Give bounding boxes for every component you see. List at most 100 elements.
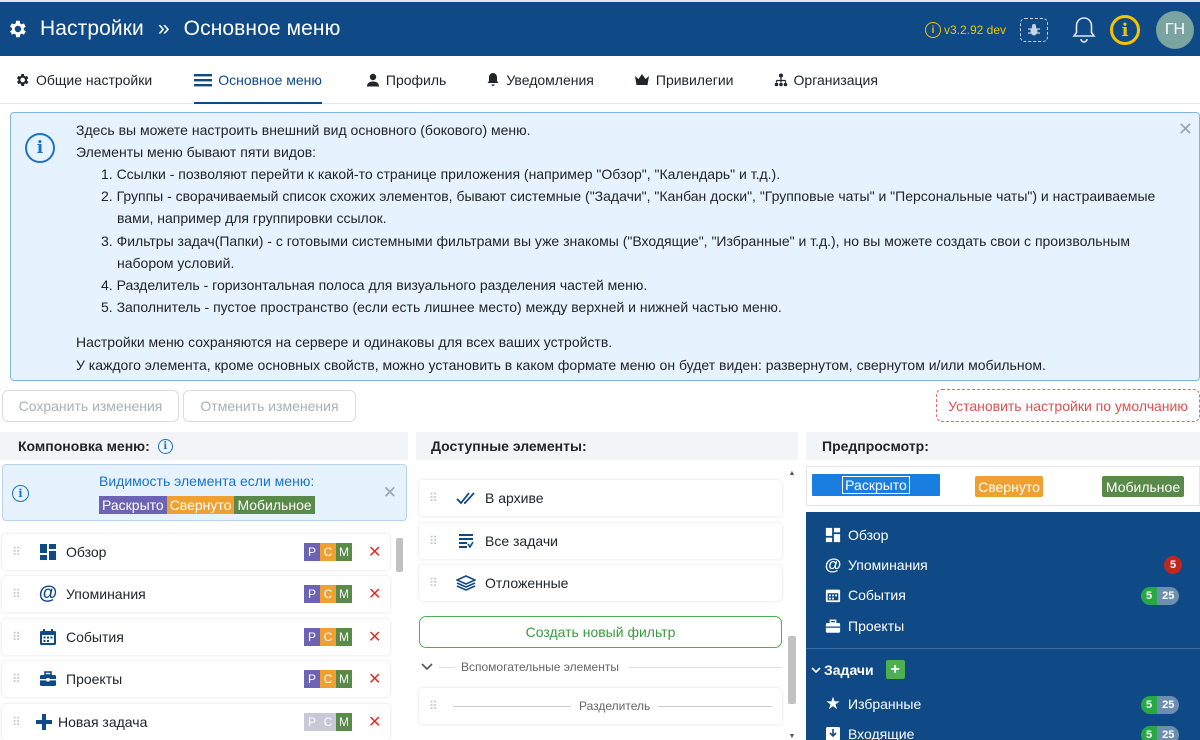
favorites-count-badge: 5 25 bbox=[1141, 696, 1180, 714]
info-icon[interactable]: i bbox=[157, 438, 173, 454]
close-icon[interactable]: ✕ bbox=[383, 483, 397, 503]
tab-organization[interactable]: Организация bbox=[774, 56, 878, 104]
version-label[interactable]: i v3.2.92 dev bbox=[924, 22, 1006, 38]
settings-tabs: Общие настройки Основное меню Профиль Ув… bbox=[0, 56, 1200, 104]
toggle-mobile[interactable]: М bbox=[336, 713, 352, 731]
notifications-bell-icon[interactable] bbox=[1070, 15, 1098, 45]
visibility-toggles[interactable]: РСМ bbox=[304, 543, 352, 561]
toggle-expanded[interactable]: Р bbox=[304, 713, 320, 731]
toggle-expanded[interactable]: Р bbox=[304, 585, 320, 603]
preview-tab-mobile[interactable]: Мобильное bbox=[1102, 476, 1184, 497]
drag-handle-icon[interactable]: ⠿ bbox=[12, 545, 26, 559]
preview-item[interactable]: ★ Избранные bbox=[824, 694, 921, 713]
info-list-item: 1. Ссылки - позволяют перейти к какой-то… bbox=[101, 166, 781, 182]
list-item[interactable]: ⠿ @ Упоминания РСМ ✕ bbox=[2, 576, 390, 612]
delete-icon[interactable]: ✕ bbox=[368, 669, 381, 689]
toggle-collapsed[interactable]: С bbox=[320, 670, 336, 688]
preview-group-tasks[interactable]: Задачи + bbox=[811, 660, 905, 679]
save-changes-button[interactable]: Сохранить изменения bbox=[2, 390, 179, 422]
available-item[interactable]: ⠿ В архиве bbox=[419, 480, 782, 516]
expanded-badge: Раскрыто bbox=[99, 496, 167, 514]
toggle-collapsed[interactable]: С bbox=[320, 585, 336, 603]
mobile-badge: Мобильное bbox=[234, 496, 315, 514]
aux-section-header[interactable]: Вспомогательные элементы bbox=[419, 657, 782, 677]
toggle-collapsed[interactable]: С bbox=[320, 628, 336, 646]
at-icon: @ bbox=[38, 583, 58, 604]
info-text: У каждого элемента, кроме основных свойс… bbox=[76, 357, 1046, 373]
preview-item[interactable]: Обзор bbox=[824, 526, 888, 544]
help-info-icon[interactable]: i bbox=[1110, 15, 1140, 45]
available-item[interactable]: ⠿ Отложенные bbox=[419, 565, 782, 601]
toggle-mobile[interactable]: М bbox=[336, 585, 352, 603]
preview-item[interactable]: @ Упоминания bbox=[824, 555, 928, 574]
tab-privileges[interactable]: Привилегии bbox=[634, 56, 734, 104]
gear-icon bbox=[16, 73, 29, 86]
reset-defaults-button[interactable]: Установить настройки по умолчанию bbox=[936, 389, 1200, 422]
list-item[interactable]: ⠿ Новая задача РСМ ✕ bbox=[2, 704, 390, 740]
available-scrollbar[interactable]: ▲ ▼ bbox=[788, 470, 796, 740]
drag-handle-icon[interactable]: ⠿ bbox=[12, 630, 26, 644]
bug-icon bbox=[1028, 24, 1040, 36]
org-icon bbox=[774, 73, 787, 86]
tab-notifications[interactable]: Уведомления bbox=[486, 56, 594, 104]
toggle-mobile[interactable]: М bbox=[336, 543, 352, 561]
separator-item[interactable]: ⠿ Разделитель bbox=[419, 688, 782, 724]
available-item[interactable]: ⠿ Все задачи bbox=[419, 523, 782, 559]
user-avatar[interactable]: ГН bbox=[1156, 11, 1194, 49]
tab-profile[interactable]: Профиль bbox=[366, 56, 446, 104]
double-check-icon bbox=[455, 488, 477, 508]
close-icon[interactable]: ✕ bbox=[1178, 119, 1193, 140]
top-bar: Настройки» Основное меню i v3.2.92 dev i … bbox=[0, 0, 1200, 56]
drag-handle-icon[interactable]: ⠿ bbox=[429, 491, 443, 505]
delete-icon[interactable]: ✕ bbox=[368, 584, 381, 604]
delete-icon[interactable]: ✕ bbox=[368, 627, 381, 647]
toggle-mobile[interactable]: М bbox=[336, 670, 352, 688]
preview-item[interactable]: События bbox=[824, 586, 906, 604]
drag-handle-icon[interactable]: ⠿ bbox=[12, 587, 26, 601]
info-text: Настройки меню сохраняются на сервере и … bbox=[76, 334, 613, 350]
drag-handle-icon[interactable]: ⠿ bbox=[429, 534, 443, 548]
drag-handle-icon[interactable]: ⠿ bbox=[429, 699, 443, 713]
preview-item[interactable]: Входящие bbox=[824, 725, 914, 740]
user-icon bbox=[366, 73, 379, 86]
drag-handle-icon[interactable]: ⠿ bbox=[429, 576, 443, 590]
list-item[interactable]: ⠿ События РСМ ✕ bbox=[2, 619, 390, 655]
toggle-expanded[interactable]: Р bbox=[304, 670, 320, 688]
briefcase-icon bbox=[38, 669, 58, 689]
inbox-count-badge: 5 25 bbox=[1141, 726, 1180, 740]
preview-tab-collapsed[interactable]: Свернуто bbox=[975, 476, 1043, 497]
visibility-toggles[interactable]: РСМ bbox=[304, 585, 352, 603]
visibility-toggles[interactable]: РСМ bbox=[304, 670, 352, 688]
list-item[interactable]: ⠿ Обзор РСМ ✕ bbox=[2, 534, 390, 570]
tab-general-settings[interactable]: Общие настройки bbox=[14, 56, 152, 104]
preview-menu: Обзор @ Упоминания 5 События 5 25 Проекты… bbox=[806, 512, 1200, 740]
toggle-expanded[interactable]: Р bbox=[304, 543, 320, 561]
visibility-toggles[interactable]: РСМ bbox=[304, 628, 352, 646]
preview-column-header: Предпросмотр: bbox=[806, 432, 1200, 460]
info-icon: i bbox=[25, 133, 55, 163]
drag-handle-icon[interactable]: ⠿ bbox=[12, 715, 26, 729]
layout-scrollbar[interactable] bbox=[396, 534, 403, 740]
toggle-mobile[interactable]: М bbox=[336, 628, 352, 646]
preview-tab-expanded[interactable]: Раскрыто bbox=[811, 473, 941, 497]
delete-icon[interactable]: ✕ bbox=[368, 542, 381, 562]
layout-list: ⠿ Обзор РСМ ✕ ⠿ @ Упоминания РСМ ✕ ⠿ Соб… bbox=[0, 528, 408, 740]
visibility-toggles[interactable]: РСМ bbox=[304, 713, 352, 731]
add-task-icon[interactable]: + bbox=[885, 660, 905, 679]
cancel-changes-button[interactable]: Отменить изменения bbox=[183, 390, 356, 422]
at-icon: @ bbox=[824, 555, 842, 574]
delete-icon[interactable]: ✕ bbox=[368, 712, 381, 732]
toggle-collapsed[interactable]: С bbox=[320, 543, 336, 561]
preview-item[interactable]: Проекты bbox=[824, 617, 904, 635]
toggle-collapsed[interactable]: С bbox=[320, 713, 336, 731]
bug-report-button[interactable] bbox=[1020, 18, 1048, 42]
drag-handle-icon[interactable]: ⠿ bbox=[12, 672, 26, 686]
create-filter-button[interactable]: Создать новый фильтр bbox=[419, 616, 782, 648]
list-item[interactable]: ⠿ Проекты РСМ ✕ bbox=[2, 661, 390, 697]
info-text: Элементы меню бывают пяти видов: bbox=[76, 144, 317, 160]
bell-icon bbox=[487, 73, 499, 86]
info-list-item: 5. Заполнитель - пустое пространство (ес… bbox=[101, 299, 782, 315]
toggle-expanded[interactable]: Р bbox=[304, 628, 320, 646]
tab-main-menu[interactable]: Основное меню bbox=[194, 56, 322, 104]
calendar-icon bbox=[38, 627, 58, 647]
